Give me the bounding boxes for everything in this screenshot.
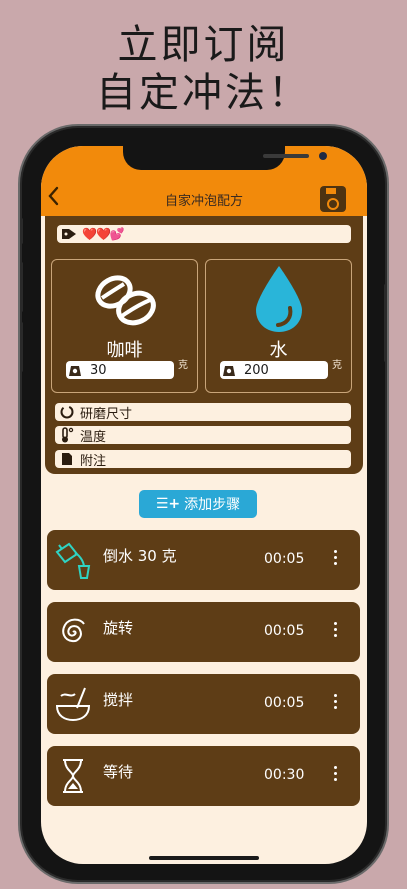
hourglass-icon [63, 759, 83, 793]
step-time: 00:30 [264, 767, 305, 783]
floppy-disk-icon-circle [327, 198, 339, 210]
water-label: 水 [269, 340, 288, 361]
notes-field[interactable]: 附注 [55, 450, 351, 469]
grind-size-label: 研磨尺寸 [80, 406, 133, 422]
coffee-label: 咖啡 [106, 340, 143, 361]
more-vertical-icon[interactable] [330, 619, 340, 645]
tag-icon [61, 226, 77, 242]
home-indicator[interactable] [149, 856, 259, 860]
water-weight-field[interactable]: 200 [220, 361, 328, 379]
kettle-pour-icon [55, 542, 91, 579]
step-name: 搅拌 [103, 691, 134, 709]
add-step-label: 添加步骤 [184, 497, 241, 513]
promo-headline-line2: 自定冲法！ [96, 70, 311, 116]
stir-bowl-icon [55, 687, 91, 722]
step-time: 00:05 [264, 695, 305, 711]
coffee-weight-field[interactable]: 30 [66, 361, 174, 379]
coffee-amount: 30 [90, 362, 107, 378]
swirl-icon [62, 618, 85, 643]
step-row-swirl[interactable]: 旋转 00:05 [47, 602, 360, 662]
step-time: 00:05 [264, 551, 305, 567]
note-icon [59, 451, 75, 467]
phone-mute-switch [20, 218, 23, 244]
more-vertical-icon[interactable] [330, 691, 340, 717]
app-screen: 自家冲泡配方 ❤️❤️💕 咖啡 30 克 水 200 克 研磨尺寸 温度 附注 … [41, 146, 367, 864]
water-amount: 200 [244, 362, 269, 378]
step-name: 旋转 [103, 619, 134, 637]
add-step-button[interactable]: ☰+ 添加步骤 [139, 490, 257, 518]
grind-dial-icon [59, 404, 75, 420]
water-drop-icon [256, 266, 302, 332]
thermometer-icon [59, 427, 75, 443]
scale-icon [66, 361, 84, 379]
step-row-stir[interactable]: 搅拌 00:05 [47, 674, 360, 734]
floppy-disk-icon [326, 188, 336, 194]
step-time: 00:05 [264, 623, 305, 639]
speaker [263, 154, 309, 158]
more-vertical-icon[interactable] [330, 547, 340, 573]
scale-icon [220, 361, 238, 379]
coffee-card[interactable]: 咖啡 30 克 [51, 259, 198, 393]
water-unit: 克 [332, 360, 342, 371]
temperature-label: 温度 [80, 429, 107, 445]
save-button[interactable] [320, 186, 346, 212]
phone-power-button [384, 284, 387, 362]
page-title: 自家冲泡配方 [164, 194, 243, 209]
step-row-wait[interactable]: 等待 00:30 [47, 746, 360, 806]
coffee-beans-icon [95, 275, 156, 326]
step-name: 等待 [103, 763, 134, 781]
step-name: 倒水 30 克 [103, 547, 177, 565]
recipe-panel: ❤️❤️💕 咖啡 30 克 水 200 克 研磨尺寸 温度 附注 [45, 216, 363, 474]
step-row-pour[interactable]: 倒水 30 克 00:05 [47, 530, 360, 590]
tags-field[interactable]: ❤️❤️💕 [57, 225, 351, 243]
temperature-field[interactable]: 温度 [55, 426, 351, 445]
notch [123, 146, 327, 170]
grind-size-field[interactable]: 研磨尺寸 [55, 403, 351, 422]
phone-volume-up [20, 262, 23, 312]
front-camera [319, 152, 327, 160]
notes-label: 附注 [80, 453, 107, 469]
promo-headline-line1: 立即订阅 [117, 22, 290, 68]
tag-hearts: ❤️❤️💕 [82, 227, 125, 241]
water-card[interactable]: 水 200 克 [205, 259, 352, 393]
coffee-unit: 克 [178, 360, 188, 371]
list-add-icon: ☰+ [155, 496, 181, 512]
phone-volume-down [20, 322, 23, 372]
more-vertical-icon[interactable] [330, 763, 340, 789]
